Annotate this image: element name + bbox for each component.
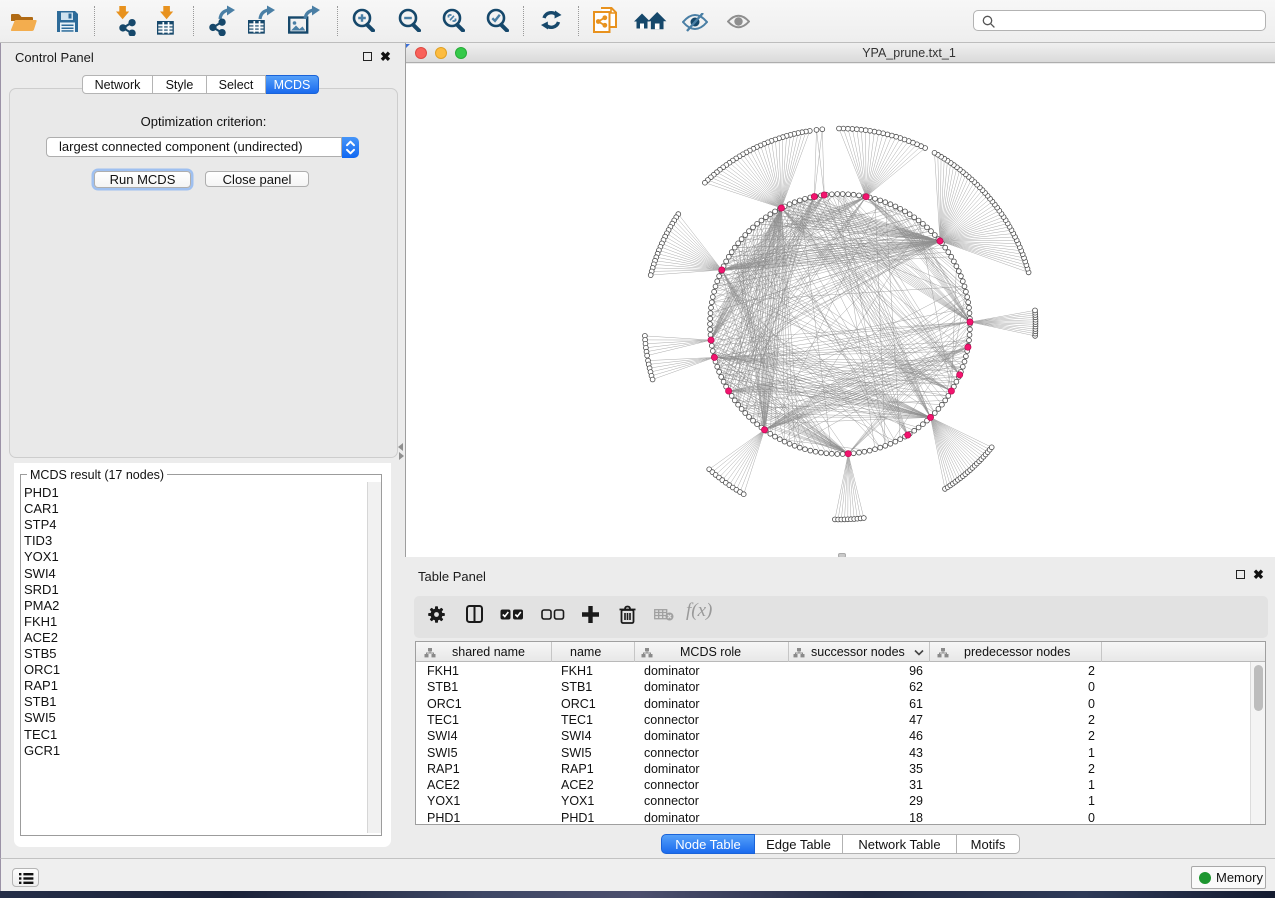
svg-text:f(x): f(x) — [686, 600, 712, 621]
